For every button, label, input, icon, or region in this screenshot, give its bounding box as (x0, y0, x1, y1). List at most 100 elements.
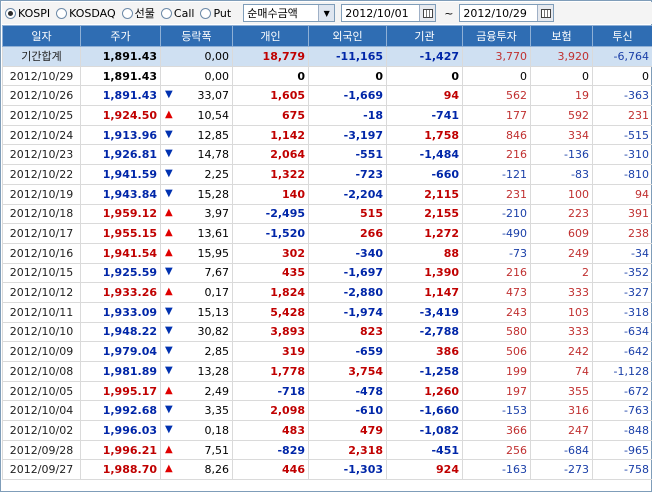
table-row[interactable]: 2012/10/12 1,933.26 ▲ 0,17 1,824 -2,880 1,147 4… (2, 282, 652, 303)
institution-cell-value: 88 (443, 246, 459, 260)
price-cell: 1,981.89 (80, 361, 161, 382)
institution-cell: 2,155 (386, 203, 463, 225)
foreign-cell: -551 (308, 144, 387, 166)
investment-trust-cell: -1,128 (592, 361, 652, 382)
insurance-cell-value: 74 (575, 364, 589, 378)
foreign-cell-value: -3,197 (343, 128, 383, 142)
individual-cell: 319 (232, 341, 309, 362)
institution-cell-value: 386 (436, 345, 459, 359)
foreign-cell-value: -11,165 (335, 49, 383, 63)
table-row[interactable]: 2012/10/09 1,979.04 ▼ 2,85 319 -659 386 506 242 -… (2, 341, 652, 362)
table-row[interactable]: 2012/10/11 1,933.09 ▼ 15,13 5,428 -1,974 -3,41… (2, 301, 652, 323)
investment-trust-cell: -6,764 (592, 46, 652, 67)
investment-trust-cell: -310 (592, 144, 652, 166)
table-row[interactable]: 2012/10/02 1,996.03 ▼ 0,18 483 479 -1,082 366 24… (2, 420, 652, 441)
table-row[interactable]: 2012/10/10 1,948.22 ▼ 30,82 3,893 823 -2,788 58… (2, 321, 652, 343)
date-cell-value: 2012/10/25 (9, 108, 74, 122)
column-header[interactable]: 주가 (80, 25, 161, 47)
financial-investment-cell: 473 (462, 282, 531, 303)
financial-investment-cell-value: 846 (506, 128, 527, 142)
column-header[interactable]: 투신 (592, 25, 652, 47)
radio-put[interactable]: Put (200, 7, 231, 20)
institution-cell-value: 1,147 (424, 286, 459, 300)
column-header[interactable]: 보험 (530, 25, 593, 47)
price-cell-value: 1,996.03 (102, 423, 157, 437)
column-header[interactable]: 개인 (232, 25, 309, 47)
individual-cell: -2,495 (232, 203, 309, 225)
foreign-cell-value: 0 (375, 69, 383, 83)
institution-cell: -1,484 (386, 144, 463, 166)
date-cell: 2012/09/28 (2, 439, 81, 461)
table-row[interactable]: 2012/10/29 1,891.43 0,00 0 0 0 0 0 0 (2, 65, 652, 87)
foreign-cell-value: -610 (355, 404, 383, 418)
date-from-field[interactable]: 2012/10/01 (341, 4, 437, 22)
insurance-cell-value: 3,920 (557, 49, 590, 63)
financial-investment-cell: 216 (462, 144, 531, 166)
radio-call[interactable]: Call (160, 7, 194, 20)
date-cell-value: 2012/10/15 (9, 266, 74, 280)
triangle-down-icon: ▼ (165, 325, 173, 337)
table-row[interactable]: 기간합계 1,891.43 0,00 18,779 -11,165 -1,427 3,770… (2, 46, 652, 67)
financial-investment-cell: -163 (462, 459, 531, 481)
table-row[interactable]: 2012/10/25 1,924.50 ▲ 10,54 675 -18 -741 177 592… (2, 105, 652, 126)
individual-cell: -718 (232, 380, 309, 402)
table-row[interactable]: 2012/10/19 1,943.84 ▼ 15,28 140 -2,204 2,115 23… (2, 183, 652, 205)
date-cell: 2012/10/24 (2, 124, 81, 146)
table-row[interactable]: 2012/10/22 1,941.59 ▼ 2,25 1,322 -723 -660 -121… (2, 164, 652, 185)
radio-kospi[interactable]: KOSPI (5, 7, 50, 20)
chevron-down-icon[interactable]: ▼ (318, 5, 335, 21)
institution-cell: -1,660 (386, 400, 463, 422)
table-row[interactable]: 2012/09/27 1,988.70 ▲ 8,26 446 -1,303 924 -163 -… (2, 459, 652, 481)
table-row[interactable]: 2012/10/23 1,926.81 ▼ 14,78 2,064 -551 -1,484 2… (2, 144, 652, 166)
radio-label: KOSDAQ (69, 6, 116, 20)
calendar-icon[interactable] (419, 5, 436, 21)
financial-investment-cell: 243 (462, 301, 531, 323)
financial-investment-cell: 216 (462, 262, 531, 284)
radio-indicator (121, 7, 133, 19)
financial-investment-cell-value: 197 (506, 384, 527, 398)
insurance-cell-value: 100 (568, 187, 589, 201)
calendar-icon[interactable] (537, 5, 554, 21)
table-row[interactable]: 2012/09/28 1,996.21 ▲ 7,51 -829 2,318 -451 256 -… (2, 439, 652, 461)
triangle-up-icon: ▲ (165, 384, 173, 396)
radio-kosdaq[interactable]: KOSDAQ (56, 7, 116, 20)
change-cell-value: 2,25 (204, 167, 230, 181)
investment-trust-cell: -352 (592, 262, 652, 284)
date-cell: 2012/10/22 (2, 164, 81, 185)
column-header[interactable]: 등락폭 (160, 25, 233, 47)
individual-cell: 1,322 (232, 164, 309, 185)
table-row[interactable]: 2012/10/24 1,913.96 ▼ 12,85 1,142 -3,197 1,758… (2, 124, 652, 146)
date-cell-value: 2012/10/02 (9, 423, 74, 437)
table-row[interactable]: 2012/10/15 1,925.59 ▼ 7,67 435 -1,697 1,390 216… (2, 262, 652, 284)
date-to-field[interactable]: 2012/10/29 (459, 4, 555, 22)
table-row[interactable]: 2012/10/26 1,891.43 ▼ 33,07 1,605 -1,669 94 562… (2, 85, 652, 107)
financial-investment-cell-value: 506 (506, 345, 527, 359)
date-cell: 2012/10/04 (2, 400, 81, 422)
table-row[interactable]: 2012/10/16 1,941.54 ▲ 15,95 302 -340 88 -73 249 -… (2, 242, 652, 264)
column-header[interactable]: 금융투자 (462, 25, 531, 47)
column-header[interactable]: 기관 (386, 25, 463, 47)
price-cell: 1,933.09 (80, 301, 161, 323)
price-cell: 1,926.81 (80, 144, 161, 166)
table-row[interactable]: 2012/10/18 1,959.12 ▲ 3,97 -2,495 515 2,155 -21… (2, 203, 652, 225)
change-cell-value: 0,18 (204, 423, 230, 437)
institution-cell-value: -1,427 (419, 49, 459, 63)
table-row[interactable]: 2012/10/17 1,955.15 ▲ 13,61 -1,520 266 1,272 -4… (2, 223, 652, 244)
change-cell: ▼ 15,13 (160, 301, 233, 323)
insurance-cell-value: 19 (575, 89, 589, 103)
column-header[interactable]: 외국인 (308, 25, 387, 47)
radio-futures[interactable]: 선물 (121, 5, 155, 21)
foreign-cell: -1,697 (308, 262, 387, 284)
insurance-cell: 609 (530, 223, 593, 244)
table-row[interactable]: 2012/10/08 1,981.89 ▼ 13,28 1,778 3,754 -1,258… (2, 361, 652, 382)
triangle-down-icon: ▼ (165, 266, 173, 278)
insurance-cell-value: 333 (568, 286, 589, 300)
table-row[interactable]: 2012/10/04 1,992.68 ▼ 3,35 2,098 -610 -1,660 -1… (2, 400, 652, 422)
investment-trust-cell-value: -642 (624, 345, 649, 359)
insurance-cell: 103 (530, 301, 593, 323)
amount-type-select[interactable]: 순매수금액 ▼ (243, 4, 336, 22)
column-header[interactable]: 일자 (2, 25, 81, 47)
individual-cell-value: 0 (297, 69, 305, 83)
table-row[interactable]: 2012/10/05 1,995.17 ▲ 2,49 -718 -478 1,260 197 3… (2, 380, 652, 402)
price-cell-value: 1,979.04 (102, 345, 157, 359)
